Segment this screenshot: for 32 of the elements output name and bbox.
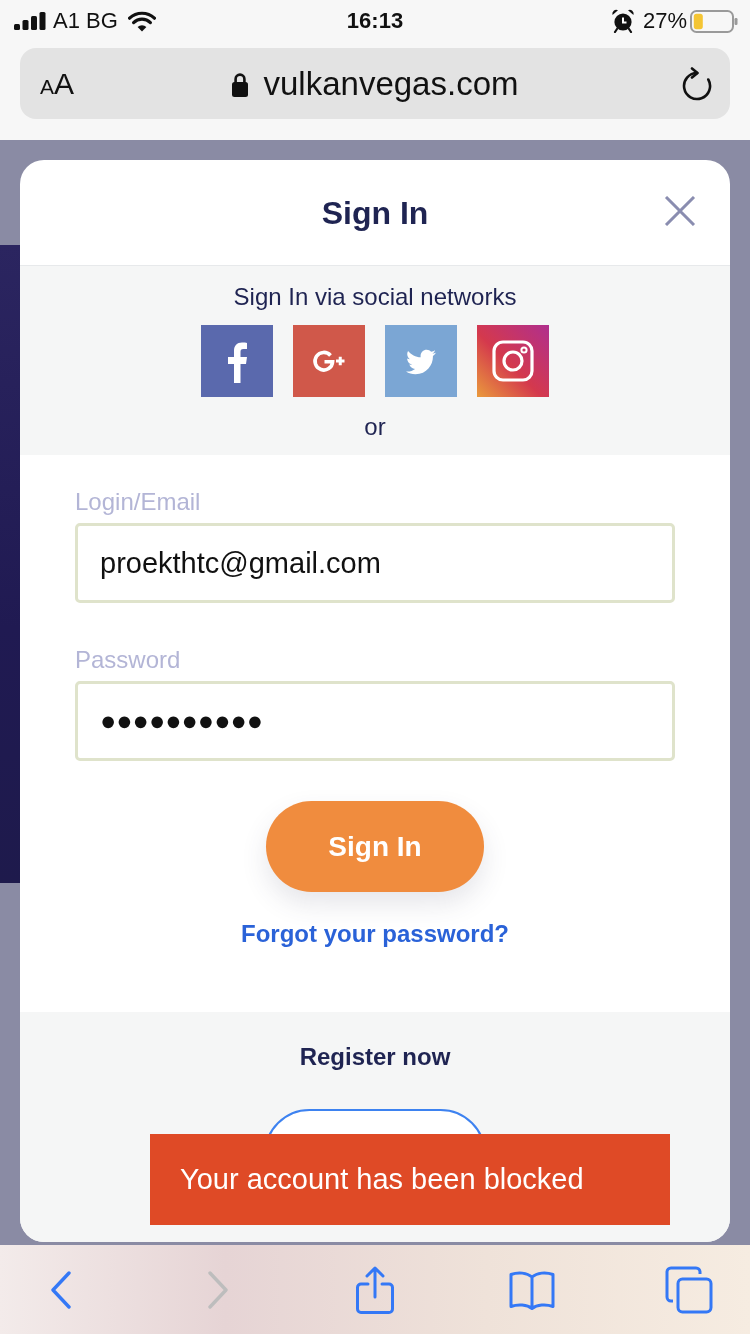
alarm-clock-icon [610, 9, 635, 33]
close-button[interactable] [664, 196, 696, 226]
facebook-icon [201, 325, 273, 397]
field-label: Password [75, 646, 181, 674]
twitter-button[interactable] [385, 325, 457, 397]
forgot-password-link[interactable]: Forgot your password? [241, 919, 509, 949]
google-plus-icon [293, 325, 365, 397]
or-separator: or [364, 412, 386, 442]
error-toast: Your account has been blocked [150, 1134, 670, 1225]
signal-icon [14, 12, 46, 30]
modal-title: Sign In [321, 193, 429, 233]
battery-icon [690, 9, 738, 33]
reload-button[interactable] [682, 66, 712, 101]
battery-percentage: 27% [642, 8, 687, 34]
register-heading: Register now [299, 1042, 451, 1072]
twitter-bird-icon [385, 325, 457, 397]
close-icon [664, 196, 696, 226]
wifi-icon [127, 10, 156, 32]
lock-icon [231, 70, 248, 97]
reload-icon [682, 66, 712, 101]
instagram-button[interactable] [477, 325, 549, 397]
carrier-name: A1 BG [53, 8, 118, 34]
facebook-button[interactable] [201, 325, 273, 397]
email-field[interactable]: proekthtc@gmail.com [75, 523, 675, 603]
instagram-icon [477, 325, 549, 397]
text-size-button[interactable]: AA [40, 66, 75, 101]
field-label: Login/Email [75, 488, 201, 516]
social-heading: Sign In via social networks [233, 282, 517, 312]
clock-time: 16:13 [346, 8, 404, 34]
google-plus-button[interactable] [293, 325, 365, 397]
password-field[interactable]: ●●●●●●●●●● [75, 681, 675, 761]
url-text[interactable]: vulkanvegas.com [263, 63, 519, 104]
